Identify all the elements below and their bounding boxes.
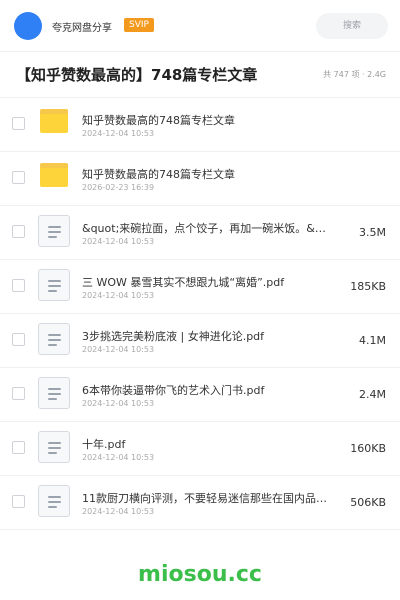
file-row[interactable]: 3步挑选完美粉底液 | 女神进化论.pdf 2024-12-04 10:53 4… xyxy=(0,314,400,368)
svip-badge: SVIP xyxy=(124,18,154,32)
document-icon xyxy=(38,431,70,463)
file-name[interactable]: 十年.pdf xyxy=(82,436,332,452)
file-row[interactable]: 十年.pdf 2024-12-04 10:53 160KB xyxy=(0,422,400,476)
file-date: 2024-12-04 10:53 xyxy=(82,453,155,462)
document-icon xyxy=(38,215,70,247)
user-name: 夸克网盘分享 xyxy=(52,23,112,34)
file-date: 2024-12-04 10:53 xyxy=(82,507,155,516)
file-row[interactable]: &quot;来碗拉面，点个饺子，再加一碗米饭。&q… 2024-12-04 10… xyxy=(0,206,400,260)
file-size: 185KB xyxy=(350,280,386,293)
row-checkbox[interactable] xyxy=(12,441,25,454)
document-icon xyxy=(38,485,70,517)
file-date: 2024-12-04 10:53 xyxy=(82,345,155,354)
file-size: 3.5M xyxy=(359,226,386,239)
file-size: 2.4M xyxy=(359,388,386,401)
file-size: 506KB xyxy=(350,496,386,509)
folder-title-row: 【知乎赞数最高的】748篇专栏文章 共 747 项 · 2.4G xyxy=(0,52,400,98)
page-title: 【知乎赞数最高的】748篇专栏文章 xyxy=(16,66,258,84)
row-checkbox[interactable] xyxy=(12,225,25,238)
row-checkbox[interactable] xyxy=(12,117,25,130)
file-date: 2024-12-04 10:53 xyxy=(82,237,155,246)
file-size: 160KB xyxy=(350,442,386,455)
file-row[interactable]: 知乎赞数最高的748篇专栏文章 2024-12-04 10:53 xyxy=(0,98,400,152)
document-icon xyxy=(38,377,70,409)
file-row[interactable]: 11款厨刀横向评测，不要轻易迷信那些在国内品牌名气… 2024-12-04 10… xyxy=(0,476,400,530)
file-list: 知乎赞数最高的748篇专栏文章 2024-12-04 10:53 知乎赞数最高的… xyxy=(0,98,400,530)
watermark-brand: miosou.cc xyxy=(138,562,262,587)
file-date: 2024-12-04 10:53 xyxy=(82,399,155,408)
row-checkbox[interactable] xyxy=(12,387,25,400)
row-checkbox[interactable] xyxy=(12,279,25,292)
row-checkbox[interactable] xyxy=(12,333,25,346)
file-name[interactable]: &quot;来碗拉面，点个饺子，再加一碗米饭。&q… xyxy=(82,220,332,236)
file-date: 2024-12-04 10:53 xyxy=(82,129,155,138)
file-name[interactable]: 11款厨刀横向评测，不要轻易迷信那些在国内品牌名气… xyxy=(82,490,332,506)
file-name[interactable]: 6本带你装逼带你飞的艺术入门书.pdf xyxy=(82,382,332,398)
avatar[interactable] xyxy=(14,12,42,40)
top-bar: 夸克网盘分享 SVIP 搜索 xyxy=(0,0,400,52)
file-row[interactable]: 6本带你装逼带你飞的艺术入门书.pdf 2024-12-04 10:53 2.4… xyxy=(0,368,400,422)
document-icon xyxy=(38,269,70,301)
file-name[interactable]: 三 WOW 暴雪其实不想跟九城“离婚”.pdf xyxy=(82,274,332,290)
folder-summary: 共 747 项 · 2.4G xyxy=(323,70,386,79)
file-name[interactable]: 知乎赞数最高的748篇专栏文章 xyxy=(82,166,332,182)
file-row[interactable]: 知乎赞数最高的748篇专栏文章 2026-02-23 16:39 xyxy=(0,152,400,206)
file-size: 4.1M xyxy=(359,334,386,347)
file-date: 2024-12-04 10:53 xyxy=(82,291,155,300)
file-row[interactable]: 三 WOW 暴雪其实不想跟九城“离婚”.pdf 2024-12-04 10:53… xyxy=(0,260,400,314)
file-date: 2026-02-23 16:39 xyxy=(82,183,155,192)
row-checkbox[interactable] xyxy=(12,495,25,508)
file-name[interactable]: 3步挑选完美粉底液 | 女神进化论.pdf xyxy=(82,328,332,344)
row-checkbox[interactable] xyxy=(12,171,25,184)
folder-icon xyxy=(40,163,68,187)
file-name[interactable]: 知乎赞数最高的748篇专栏文章 xyxy=(82,112,332,128)
search-input[interactable]: 搜索 xyxy=(316,13,388,39)
document-icon xyxy=(38,323,70,355)
folder-icon xyxy=(40,109,68,133)
